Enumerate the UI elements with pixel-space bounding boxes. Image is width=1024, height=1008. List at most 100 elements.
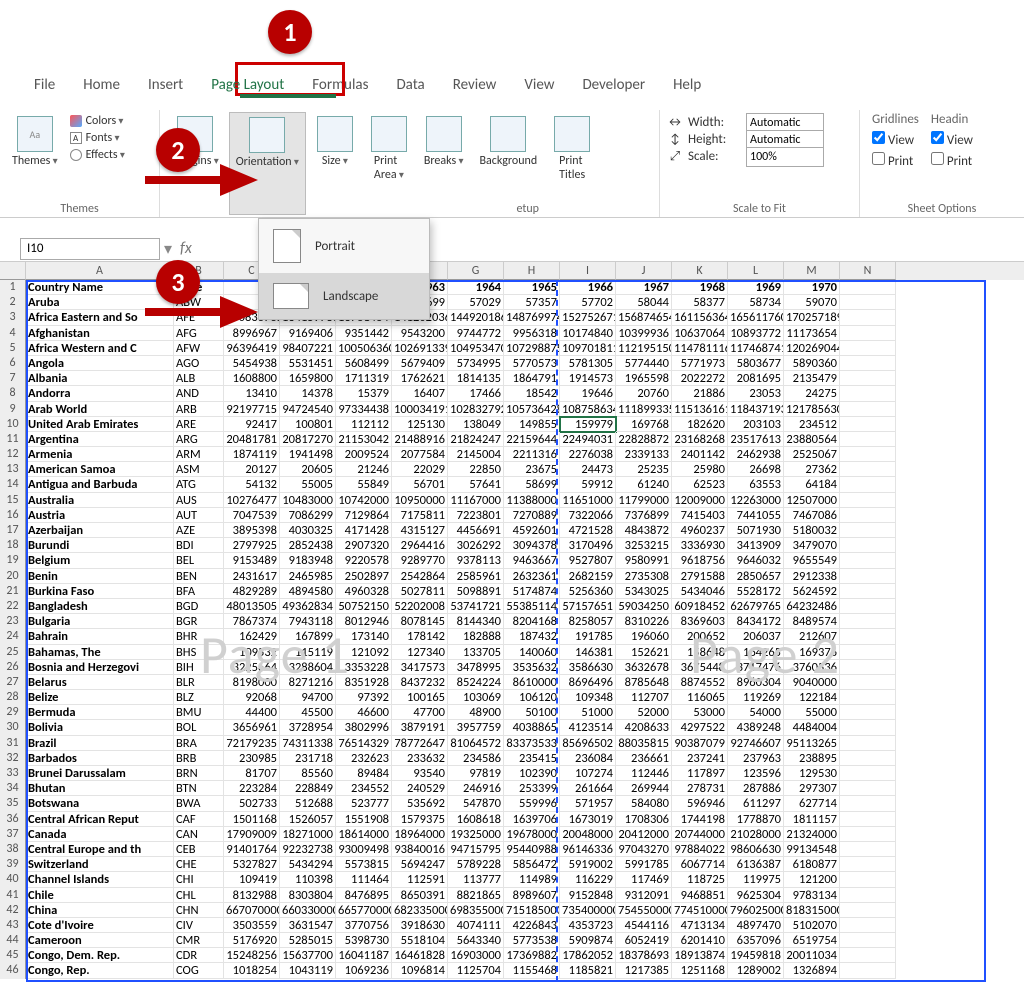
cell[interactable] xyxy=(840,508,896,523)
row-header[interactable]: 21 xyxy=(0,584,26,599)
cell[interactable]: CAF xyxy=(174,812,224,827)
cell[interactable]: 100801 xyxy=(280,417,336,432)
cell[interactable]: 196060 xyxy=(616,629,672,644)
cell[interactable]: 76514329 xyxy=(336,736,392,751)
cell[interactable]: 212607 xyxy=(784,629,840,644)
cell[interactable] xyxy=(840,295,896,310)
cell[interactable]: Cameroon xyxy=(26,933,174,948)
cell[interactable]: 94700 xyxy=(280,690,336,705)
cell[interactable]: BFA xyxy=(174,584,224,599)
cell[interactable]: 4456691 xyxy=(448,523,504,538)
cell[interactable] xyxy=(840,447,896,462)
row-header[interactable]: 30 xyxy=(0,720,26,735)
cell[interactable]: 152752671 xyxy=(560,310,616,325)
column-header[interactable]: K xyxy=(672,262,728,280)
tab-home[interactable]: Home xyxy=(79,72,124,100)
cell[interactable]: Brazil xyxy=(26,736,174,751)
cell[interactable]: CHL xyxy=(174,888,224,903)
cell[interactable]: 223284 xyxy=(224,781,280,796)
cell[interactable]: 2465985 xyxy=(280,569,336,584)
cell[interactable]: Arab World xyxy=(26,402,174,417)
cell[interactable]: 3631547 xyxy=(280,918,336,933)
cell[interactable] xyxy=(840,857,896,872)
cell[interactable]: 502733 xyxy=(224,796,280,811)
cell[interactable]: 3728954 xyxy=(280,720,336,735)
cell[interactable]: 21886 xyxy=(672,386,728,401)
cell[interactable]: 3417573 xyxy=(392,660,448,675)
cell[interactable]: Bolivia xyxy=(26,720,174,735)
row-header[interactable]: 9 xyxy=(0,402,26,417)
cell[interactable]: 1608800 xyxy=(224,371,280,386)
cell[interactable]: 144920186 xyxy=(448,310,504,325)
cell[interactable]: 2850657 xyxy=(728,569,784,584)
cell[interactable]: 3770756 xyxy=(336,918,392,933)
cell[interactable]: 5803677 xyxy=(728,356,784,371)
cell[interactable]: CEB xyxy=(174,842,224,857)
cell[interactable]: 170257189 xyxy=(784,310,840,325)
cell[interactable]: 23053 xyxy=(728,386,784,401)
cell[interactable]: 237241 xyxy=(672,751,728,766)
background-button[interactable]: Background xyxy=(473,112,543,215)
cell[interactable]: 123596 xyxy=(728,766,784,781)
cell[interactable] xyxy=(840,690,896,705)
cell[interactable]: 20744000 xyxy=(672,827,728,842)
cell[interactable]: 10893772 xyxy=(728,326,784,341)
cell[interactable]: 19325000 xyxy=(448,827,504,842)
cell[interactable]: 167899 xyxy=(280,629,336,644)
cell[interactable]: 64184 xyxy=(784,477,840,492)
cell[interactable]: 261664 xyxy=(560,781,616,796)
cell[interactable]: 92746607 xyxy=(728,736,784,751)
cell[interactable]: 14378 xyxy=(280,386,336,401)
cell[interactable]: 9463667 xyxy=(504,553,560,568)
cell[interactable]: 7467086 xyxy=(784,508,840,523)
cell[interactable]: 22029 xyxy=(392,462,448,477)
cell[interactable]: 1965598 xyxy=(616,371,672,386)
cell[interactable]: 535692 xyxy=(392,796,448,811)
cell[interactable] xyxy=(840,493,896,508)
cell[interactable]: 173140 xyxy=(336,629,392,644)
cell[interactable]: Benin xyxy=(26,569,174,584)
cell[interactable]: 3717476 xyxy=(728,660,784,675)
cell[interactable]: BMU xyxy=(174,705,224,720)
cell[interactable]: BLZ xyxy=(174,690,224,705)
row-header[interactable]: 24 xyxy=(0,629,26,644)
cell[interactable]: 15248256 xyxy=(224,948,280,963)
cell[interactable]: AUT xyxy=(174,508,224,523)
cell[interactable]: 1185821 xyxy=(560,963,616,978)
cell[interactable]: 102691339 xyxy=(392,341,448,356)
cell[interactable]: 235415 xyxy=(504,751,560,766)
cell[interactable]: BDI xyxy=(174,538,224,553)
cell[interactable]: 22850 xyxy=(448,462,504,477)
cell[interactable]: 4074111 xyxy=(448,918,504,933)
cell[interactable]: 6201410 xyxy=(672,933,728,948)
cell[interactable]: 5180032 xyxy=(784,523,840,538)
cell[interactable]: Chile xyxy=(26,888,174,903)
cell[interactable]: 94724540 xyxy=(280,402,336,417)
cell[interactable]: 1125704 xyxy=(448,963,504,978)
cell[interactable] xyxy=(840,781,896,796)
cell[interactable]: 117897 xyxy=(672,766,728,781)
cell[interactable]: 9289770 xyxy=(392,553,448,568)
cell[interactable]: 9618756 xyxy=(672,553,728,568)
cell[interactable]: 3879191 xyxy=(392,720,448,735)
cell[interactable]: 111899335 xyxy=(616,402,672,417)
cell[interactable]: 8650391 xyxy=(392,888,448,903)
cell[interactable] xyxy=(840,371,896,386)
cell[interactable]: ARE xyxy=(174,417,224,432)
column-header[interactable]: J xyxy=(616,262,672,280)
cell[interactable]: 4389248 xyxy=(728,720,784,735)
cell[interactable]: 11167000 xyxy=(448,493,504,508)
headings-view-checkbox[interactable]: View xyxy=(931,131,973,148)
row-header[interactable]: 43 xyxy=(0,918,26,933)
cell[interactable]: 8989607 xyxy=(504,888,560,903)
cell[interactable]: 63553 xyxy=(728,477,784,492)
cell[interactable]: 5771973 xyxy=(672,356,728,371)
cell[interactable]: 105736428 xyxy=(504,402,560,417)
cell[interactable]: Burkina Faso xyxy=(26,584,174,599)
column-header[interactable]: L xyxy=(728,262,784,280)
cell[interactable]: 48013505 xyxy=(224,599,280,614)
cell[interactable]: 100034191 xyxy=(392,402,448,417)
cell[interactable]: 12009000 xyxy=(672,493,728,508)
cell[interactable]: BGR xyxy=(174,614,224,629)
cell[interactable]: 106120 xyxy=(504,690,560,705)
